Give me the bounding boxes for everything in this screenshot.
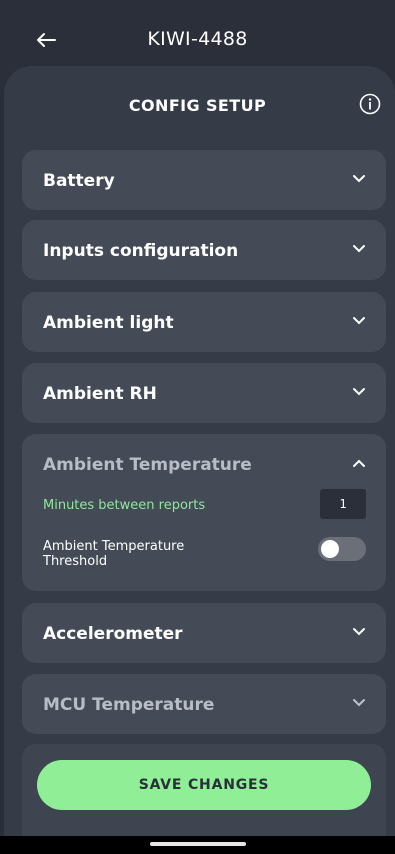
minutes-value: 1: [339, 497, 347, 511]
system-nav-bar: [0, 836, 395, 854]
toggle-knob: [321, 540, 339, 558]
minutes-between-reports-label: Minutes between reports: [43, 498, 206, 513]
threshold-toggle[interactable]: [318, 537, 366, 561]
info-icon[interactable]: [358, 92, 382, 116]
chevron-down-icon: [353, 628, 365, 636]
save-changes-button[interactable]: SAVE CHANGES: [37, 760, 371, 810]
section-ambient-rh-header[interactable]: Ambient RH: [22, 363, 386, 423]
threshold-label: Ambient Temperature Threshold: [43, 539, 184, 569]
home-indicator[interactable]: [150, 842, 246, 846]
section-mcu-temperature-header[interactable]: MCU Temperature: [22, 674, 386, 734]
threshold-label-line1: Ambient Temperature: [43, 539, 185, 554]
device-title: KIWI-4488: [147, 28, 248, 50]
section-label: Battery: [43, 171, 115, 191]
section-mcu-temperature: MCU Temperature: [22, 674, 386, 734]
section-label: Ambient Temperature: [43, 455, 252, 475]
section-label: Ambient RH: [43, 384, 157, 404]
chevron-up-icon: [353, 459, 365, 467]
section-label: Accelerometer: [43, 624, 183, 644]
section-ambient-light-header[interactable]: Ambient light: [22, 292, 386, 352]
page-title: CONFIG SETUP: [128, 96, 267, 115]
section-accelerometer: Accelerometer: [22, 603, 386, 663]
chevron-down-icon: [353, 699, 365, 707]
section-label: Ambient light: [43, 313, 174, 333]
section-label: MCU Temperature: [43, 695, 215, 715]
section-battery: Battery: [22, 150, 386, 210]
section-accelerometer-header[interactable]: Accelerometer: [22, 603, 386, 663]
section-label: Inputs configuration: [43, 241, 239, 261]
section-inputs-configuration-header[interactable]: Inputs configuration: [22, 220, 386, 280]
section-inputs-configuration: Inputs configuration: [22, 220, 386, 280]
minutes-between-reports-input[interactable]: 1: [320, 489, 366, 519]
section-ambient-temperature-header[interactable]: Ambient Temperature: [22, 434, 386, 494]
threshold-label-line2: Threshold: [43, 554, 108, 569]
section-ambient-rh: Ambient RH: [22, 363, 386, 423]
chevron-down-icon: [353, 175, 365, 183]
section-ambient-light: Ambient light: [22, 292, 386, 352]
section-battery-header[interactable]: Battery: [22, 150, 386, 210]
top-app-bar: KIWI-4488: [0, 0, 395, 72]
chevron-down-icon: [353, 317, 365, 325]
chevron-down-icon: [353, 245, 365, 253]
section-ambient-temperature: Ambient Temperature Minutes between repo…: [22, 434, 386, 591]
chevron-down-icon: [353, 388, 365, 396]
